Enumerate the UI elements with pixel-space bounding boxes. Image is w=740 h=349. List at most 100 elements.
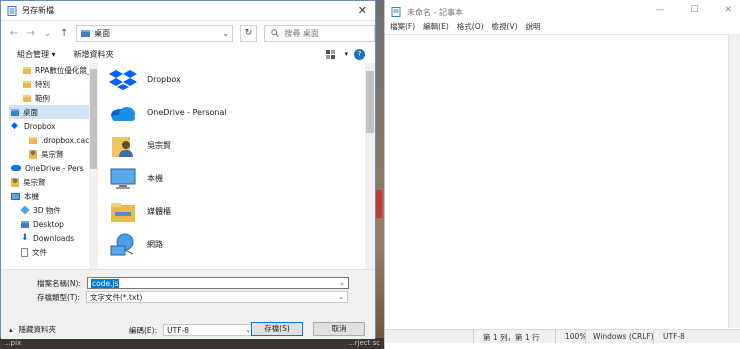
cancel-button[interactable]: 取消 [313, 322, 365, 336]
filetype-value: 文字文件(*.txt) [89, 292, 143, 302]
library-icon [111, 202, 135, 222]
forward-arrow-icon[interactable]: → [26, 28, 36, 39]
nav-item-label: 吳宗賢 [41, 149, 64, 159]
user-folder-icon [11, 177, 19, 187]
minimize-icon[interactable]: — [655, 5, 664, 15]
file-list-item-label: 本機 [147, 174, 163, 183]
folder-icon [23, 80, 31, 88]
nav-item-label: 桌面 [23, 107, 38, 117]
file-list-item[interactable]: OneDrive - Personal [103, 96, 365, 129]
save-button[interactable]: 存檔(S) [251, 322, 303, 336]
nav-item[interactable]: 特別 [9, 77, 89, 91]
nav-item[interactable]: 桌面 [9, 105, 89, 119]
nav-item[interactable]: ◆ Dropbox [9, 119, 89, 133]
nav-item[interactable]: OneDrive - Pers [9, 161, 89, 175]
filetype-row: 存檔類型(T): 文字文件(*.txt) ⌄ [37, 291, 348, 303]
nav-item[interactable]: RPA數位優化競_ [9, 63, 89, 77]
notepad-menu-item[interactable]: 檢視(V) [492, 21, 518, 32]
help-icon[interactable]: ? [354, 48, 365, 60]
encoding-select[interactable]: UTF-8 ⌄ [163, 324, 256, 336]
nav-item[interactable]: 本機 [9, 189, 89, 203]
search-icon [271, 29, 280, 37]
file-list: Dropbox OneDrive - Personal 吳宗賢本機媒體櫃網路 [103, 63, 365, 269]
nav-item-label: Desktop [33, 219, 64, 229]
file-list-item-label: Dropbox [147, 75, 181, 84]
filetype-label: 存檔類型(T): [37, 292, 80, 302]
onedrive-icon [11, 165, 21, 171]
network-icon [110, 233, 134, 255]
nav-item[interactable]: .dropbox.cach [9, 133, 89, 147]
nav-item[interactable]: 吳宗賢 [9, 175, 89, 189]
search-placeholder: 搜尋 桌面 [284, 28, 319, 38]
notepad-menu-item[interactable]: 檔案(F) [390, 21, 415, 32]
notepad-statusbar: 第 1 列，第 1 行 100% Windows (CRLF) UTF-8 [385, 329, 740, 344]
close-button[interactable]: ✕ [358, 4, 367, 17]
status-divider [473, 330, 474, 344]
collapse-arrow-icon: ▴ [9, 325, 13, 334]
maximize-icon[interactable]: ☐ [690, 5, 698, 15]
encoding-value: UTF-8 [167, 325, 189, 335]
hide-folders-label: 隱藏資料夾 [18, 325, 57, 334]
nav-item-label: Downloads [33, 233, 75, 243]
nav-item[interactable]: 文件 [9, 245, 89, 259]
taskbar-middle: ...rject sc [330, 338, 390, 349]
up-arrow-icon[interactable]: ↑ [59, 28, 69, 39]
notepad-window: 未命名 - 記事本 — ☐ ✕ 檔案(F) 編輯(E) 格式(O) 檢視(V) 說明 第… [384, 0, 740, 349]
taskbar-left: ...pix [0, 338, 372, 349]
nav-item[interactable]: 3D 物件 [9, 203, 89, 217]
desktop-folder-icon [21, 220, 29, 228]
filetype-select[interactable]: 文字文件(*.txt) ⌄ [85, 291, 348, 303]
notepad-vertical-scrollbar[interactable] [728, 34, 740, 328]
notepad-icon [7, 5, 17, 16]
file-list-item[interactable]: 吳宗賢 [103, 129, 365, 162]
new-folder-button[interactable]: 新增資料夾 [74, 49, 114, 60]
notepad-menu-item[interactable]: 說明 [526, 21, 541, 32]
onedrive-icon [111, 106, 135, 121]
recent-dropdown-icon[interactable]: ⌄ [43, 28, 53, 39]
file-list-item[interactable]: 媒體櫃 [103, 195, 365, 228]
nav-item[interactable]: ⬇ Downloads [9, 231, 89, 245]
view-dropdown-icon[interactable]: ▾ [344, 50, 348, 58]
hide-folders-toggle[interactable]: ▴ 隱藏資料夾 [9, 324, 56, 335]
file-list-item[interactable]: 本機 [103, 162, 365, 195]
close-icon[interactable]: ✕ [724, 5, 732, 15]
refresh-button[interactable]: ↻ [239, 24, 258, 42]
chevron-down-icon[interactable]: ⌄ [339, 279, 345, 287]
computer-icon [11, 192, 20, 200]
notepad-menubar: 檔案(F) 編輯(E) 格式(O) 檢視(V) 說明 [385, 19, 541, 33]
file-list-item-label: 媒體櫃 [147, 207, 171, 216]
filename-label: 檔案名稱(N): [37, 278, 81, 288]
file-list-item[interactable]: Dropbox [103, 63, 365, 96]
nav-item-label: 本機 [24, 191, 39, 201]
organize-menu[interactable]: 組合管理 ▾ [17, 49, 56, 60]
dialog-title: 另存新檔 [22, 6, 54, 15]
nav-item-label: 特別 [35, 79, 50, 89]
scrollbar-thumb[interactable] [90, 69, 97, 169]
search-input[interactable]: 搜尋 桌面 [264, 24, 376, 42]
file-list-item[interactable]: 網路 [103, 228, 365, 261]
nav-item[interactable]: 吳宗賢 [9, 147, 89, 161]
navigation-pane-scrollbar[interactable] [89, 63, 98, 269]
nav-item[interactable]: Desktop [9, 217, 89, 231]
nav-item-label: OneDrive - Pers [25, 163, 84, 173]
chevron-down-icon[interactable]: ⌄ [220, 29, 232, 38]
view-options-icon[interactable] [326, 49, 338, 59]
nav-item-label: 3D 物件 [33, 205, 61, 215]
scrollbar-thumb[interactable] [366, 71, 374, 133]
status-position: 第 1 列，第 1 行 [483, 333, 540, 342]
nav-item-label: 範例 [35, 93, 50, 103]
dropbox-icon: ◆ [11, 121, 18, 131]
notepad-text-area[interactable] [385, 34, 729, 328]
file-list-scrollbar[interactable] [365, 63, 375, 269]
address-bar[interactable]: 桌面 ⌄ [76, 24, 233, 42]
nav-item[interactable]: 範例 [9, 91, 89, 105]
file-list-item-label: OneDrive - Personal [147, 108, 227, 117]
back-arrow-icon[interactable]: ← [9, 28, 19, 39]
filename-value: code.js [91, 278, 120, 288]
filename-field[interactable]: code.js ⌄ [87, 277, 349, 289]
notepad-menu-item[interactable]: 格式(O) [457, 21, 484, 32]
desktop-folder-icon [11, 108, 19, 116]
3d-objects-icon [20, 205, 30, 215]
notepad-menu-item[interactable]: 編輯(E) [423, 21, 449, 32]
notepad-icon [391, 7, 401, 17]
